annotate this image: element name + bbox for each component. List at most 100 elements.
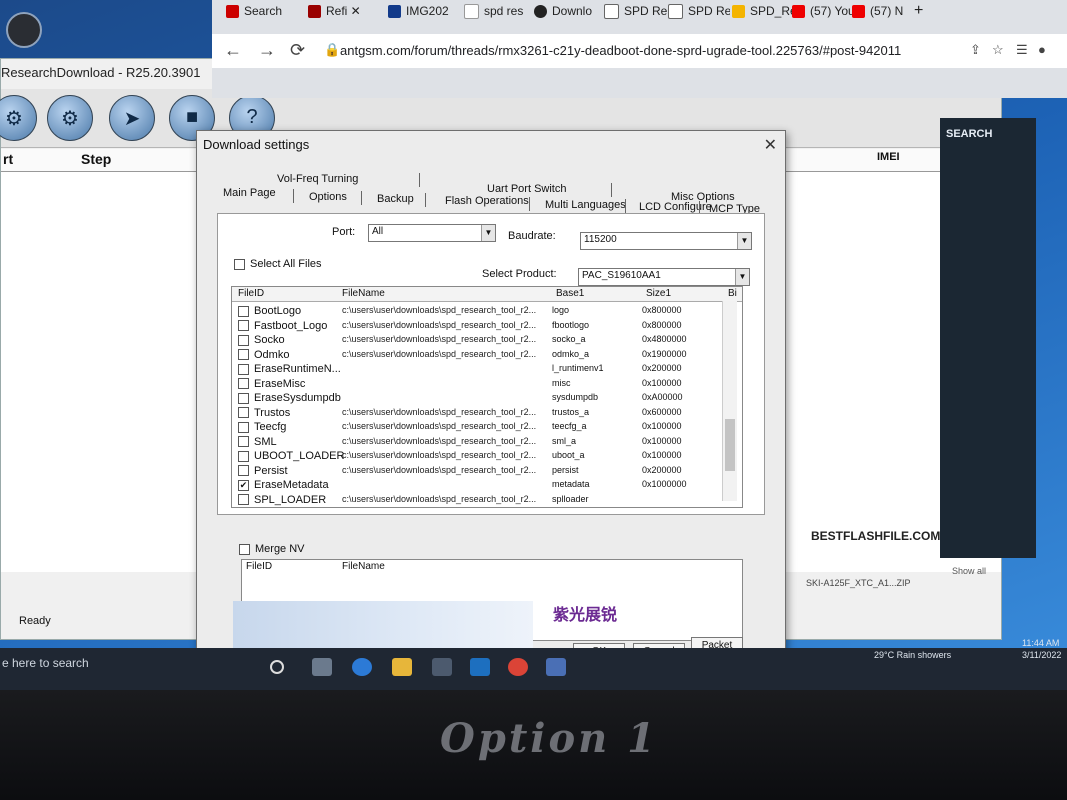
table-row[interactable]: Teecfg c:\users\user\downloads\spd_resear… [232, 421, 742, 435]
tab-volfreq[interactable]: Vol-Freq Turning [277, 173, 358, 185]
file-id-cell[interactable]: Persist [238, 465, 288, 477]
tab-flash-operations[interactable]: Flash Operations [445, 195, 529, 207]
browser-tab[interactable]: (57) N [852, 4, 910, 30]
table-row[interactable]: SML c:\users\user\downloads\spd_research_… [232, 436, 742, 450]
weather-widget[interactable]: 29°C Rain showers [874, 650, 951, 660]
table-row[interactable]: EraseMisc misc 0x100000 [232, 378, 742, 392]
table-row[interactable]: UBOOT_LOADER c:\users\user\downloads\spd_… [232, 450, 742, 464]
product-select[interactable]: PAC_S19610AA1 ▼ [578, 268, 750, 286]
back-arrow-icon[interactable]: ← [224, 40, 242, 61]
browser-tab[interactable]: IMG202 [388, 4, 458, 30]
settings-gear-icon[interactable]: ⚙ [0, 95, 37, 141]
browser-tab[interactable]: Refi ✕ [308, 4, 380, 30]
clock-date[interactable]: 3/11/2022 [1022, 650, 1061, 660]
file-name-cell[interactable]: c:\users\user\downloads\spd_research_too… [342, 407, 536, 417]
file-name-cell[interactable]: c:\users\user\downloads\spd_research_too… [342, 494, 536, 504]
table-row[interactable]: EraseSysdumpdb sysdumpdb 0xA00000 [232, 392, 742, 406]
star-icon[interactable]: ☆ [992, 42, 1004, 58]
tab-main-page[interactable]: Main Page [223, 187, 276, 199]
side-search-label[interactable]: SEARCH [946, 128, 992, 140]
download-bar-item[interactable]: SKI-A125F_XTC_A1...ZIP [806, 578, 911, 588]
table-row[interactable]: EraseRuntimeN... l_runtimenv1 0x200000 [232, 363, 742, 377]
share-icon[interactable]: ⇪ [970, 42, 981, 58]
task-view-icon[interactable] [312, 658, 332, 676]
file-id-cell[interactable]: UBOOT_LOADER [238, 450, 344, 462]
profile-avatar[interactable]: ● [1038, 42, 1046, 57]
table-row[interactable]: Persist c:\users\user\downloads\spd_resea… [232, 465, 742, 479]
tab-options[interactable]: Options [309, 191, 347, 203]
baudrate-label: Baudrate: [508, 230, 556, 242]
browser-tab[interactable]: Downlo [534, 4, 602, 30]
load-packet-gear-icon[interactable]: ⚙ [47, 95, 93, 141]
col-base1[interactable]: Base1 [556, 288, 584, 299]
browser-tab-strip: Search Refi ✕ IMG202 spd res Downlo SPD … [212, 0, 1067, 32]
file-name-cell[interactable]: c:\users\user\downloads\spd_research_too… [342, 436, 536, 446]
browser-tab[interactable]: spd res [464, 4, 530, 30]
baudrate-select[interactable]: 115200 ▼ [580, 232, 752, 250]
browser-tab[interactable]: SPD_Re [732, 4, 792, 30]
col-size1[interactable]: Size1 [646, 288, 671, 299]
reading-list-icon[interactable]: ☰ [1016, 42, 1028, 58]
close-icon[interactable]: ✕ [764, 135, 777, 155]
port-select[interactable]: All ▼ [368, 224, 496, 242]
col-bi[interactable]: Bi [728, 288, 737, 299]
file-id-cell[interactable]: Trustos [238, 407, 290, 419]
file-name-cell[interactable]: c:\users\user\downloads\spd_research_too… [342, 421, 536, 431]
merge-col-fileid: FileID [246, 561, 273, 572]
file-name-cell[interactable]: c:\users\user\downloads\spd_research_too… [342, 305, 536, 315]
file-id-cell[interactable]: EraseMisc [238, 378, 305, 390]
start-download-arrow-icon[interactable]: ➤ [109, 95, 155, 141]
browser-tab[interactable]: SPD Re [604, 4, 668, 30]
file-id-cell[interactable]: ✔ EraseMetadata [238, 479, 329, 491]
file-name-cell[interactable]: c:\users\user\downloads\spd_research_too… [342, 349, 536, 359]
calendar-icon[interactable] [432, 658, 452, 676]
edge-icon[interactable] [352, 658, 372, 676]
file-name-cell[interactable]: c:\users\user\downloads\spd_research_too… [342, 465, 536, 475]
chrome-icon[interactable] [508, 658, 528, 676]
research-download-icon[interactable] [546, 658, 566, 676]
table-row[interactable]: Socko c:\users\user\downloads\spd_researc… [232, 334, 742, 348]
tab-multi-languages[interactable]: Multi Languages [545, 199, 626, 211]
browser-tab[interactable]: (57) You [792, 4, 854, 30]
tab-backup[interactable]: Backup [377, 193, 414, 205]
browser-tab[interactable]: Search [226, 4, 302, 30]
col-fileid[interactable]: FileID [238, 288, 264, 299]
file-id-cell[interactable]: EraseRuntimeN... [238, 363, 341, 375]
tab-lcd-configure[interactable]: LCD Configure [639, 201, 712, 213]
file-id-cell[interactable]: EraseSysdumpdb [238, 392, 341, 404]
table-row[interactable]: Trustos c:\users\user\downloads\spd_resea… [232, 407, 742, 421]
table-row[interactable]: Odmko c:\users\user\downloads\spd_researc… [232, 349, 742, 363]
clock-time[interactable]: 11:44 AM [1022, 638, 1059, 648]
merge-nv-checkbox[interactable]: Merge NV [239, 543, 305, 555]
col-filename[interactable]: FileName [342, 288, 385, 299]
forward-arrow-icon[interactable]: → [258, 40, 276, 61]
url-field[interactable]: antgsm.com/forum/threads/rmx3261-c21y-de… [340, 43, 901, 58]
file-id-cell[interactable]: Socko [238, 334, 285, 346]
mail-icon[interactable] [470, 658, 490, 676]
file-id-cell[interactable]: BootLogo [238, 305, 301, 317]
table-row[interactable]: Fastboot_Logo c:\users\user\downloads\spd… [232, 320, 742, 334]
file-id-cell[interactable]: SML [238, 436, 277, 448]
file-id-cell[interactable]: Odmko [238, 349, 289, 361]
desktop-app-icon[interactable] [6, 12, 42, 48]
vertical-scrollbar[interactable] [722, 301, 737, 501]
reload-icon[interactable]: ⟳ [290, 40, 305, 61]
tab-uart[interactable]: Uart Port Switch [487, 183, 566, 195]
file-name-cell[interactable]: c:\users\user\downloads\spd_research_too… [342, 320, 536, 330]
taskbar-search[interactable]: e here to search [2, 656, 89, 670]
file-name-cell[interactable]: c:\users\user\downloads\spd_research_too… [342, 334, 536, 344]
show-all-downloads[interactable]: Show all [952, 566, 986, 576]
file-explorer-icon[interactable] [392, 658, 412, 676]
table-row[interactable]: BootLogo c:\users\user\downloads\spd_rese… [232, 305, 742, 319]
table-row[interactable]: SPL_LOADER c:\users\user\downloads\spd_re… [232, 494, 742, 508]
file-name-cell[interactable]: c:\users\user\downloads\spd_research_too… [342, 450, 536, 460]
start-search-icon[interactable] [270, 660, 284, 674]
new-tab-button[interactable]: + [914, 2, 934, 28]
browser-tab[interactable]: SPD Re [668, 4, 730, 30]
select-all-files-checkbox[interactable]: Select All Files [234, 258, 322, 270]
file-id-cell[interactable]: Fastboot_Logo [238, 320, 327, 332]
scroll-thumb[interactable] [725, 419, 735, 471]
file-id-cell[interactable]: SPL_LOADER [238, 494, 326, 506]
file-id-cell[interactable]: Teecfg [238, 421, 286, 433]
table-row[interactable]: ✔ EraseMetadata metadata 0x1000000 [232, 479, 742, 493]
